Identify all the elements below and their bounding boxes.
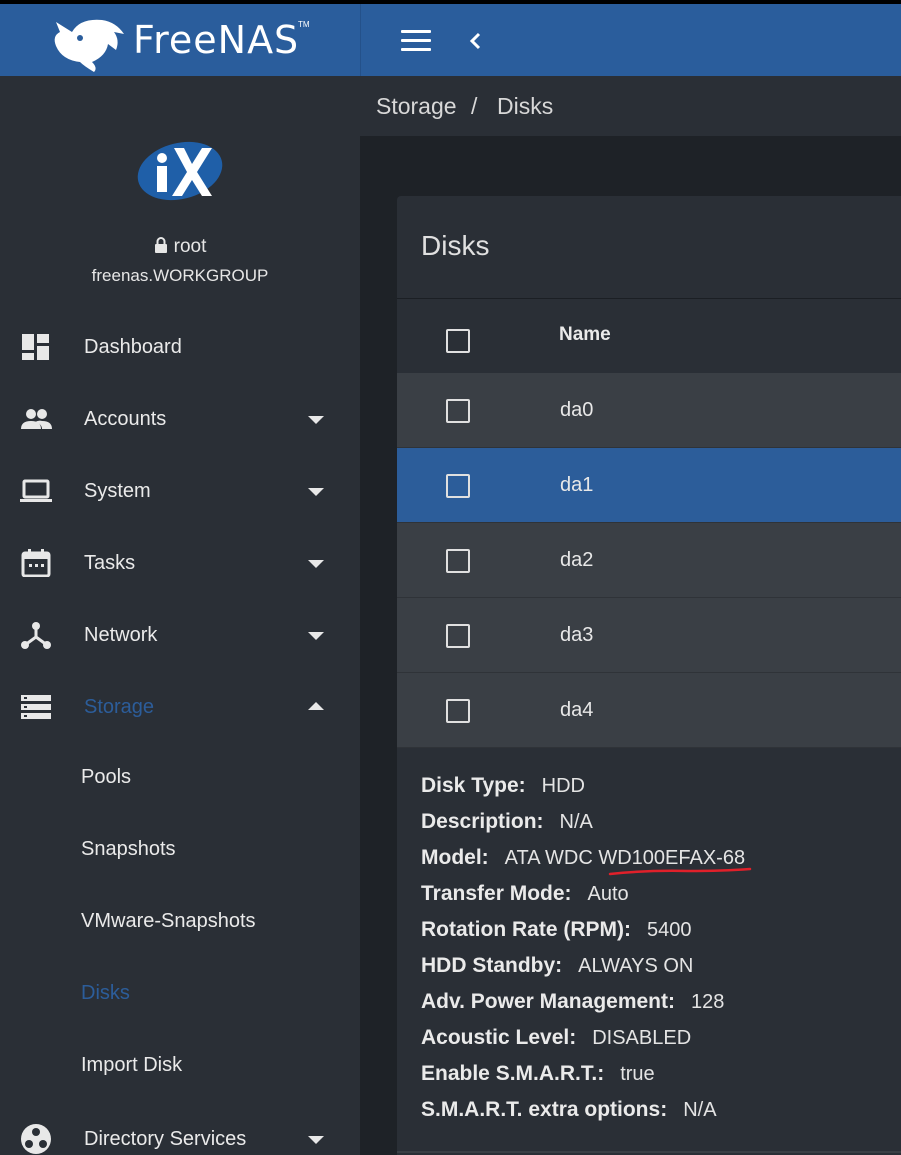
sidebar-item-storage[interactable]: Storage xyxy=(0,679,360,735)
sidebar-item-label: Tasks xyxy=(84,551,136,574)
chevron-left-icon[interactable] xyxy=(464,26,486,56)
disks-card: Disks Name da0 da1 da2 da3 da4 Disk Type… xyxy=(397,196,901,1155)
breadcrumb-disks: Disks xyxy=(497,93,554,119)
sidebar-subitem-label: Import Disk xyxy=(81,1054,183,1076)
dashboard-icon xyxy=(22,334,49,360)
trademark-mark: TM xyxy=(298,20,310,29)
column-header-name[interactable]: Name xyxy=(559,324,611,346)
sidebar-subitem-pools[interactable]: Pools xyxy=(0,751,360,807)
brand-name: FreeNAS xyxy=(133,18,300,62)
disk-name: da2 xyxy=(560,549,594,571)
row-checkbox[interactable] xyxy=(446,399,470,423)
chevron-up-icon xyxy=(308,702,324,710)
chevron-down-icon xyxy=(308,560,324,568)
table-row[interactable]: da0 xyxy=(397,373,901,448)
sidebar-item-label: Storage xyxy=(84,695,155,718)
detail-disk-type: Disk Type: HDD xyxy=(421,774,585,797)
sidebar-item-dashboard[interactable]: Dashboard xyxy=(0,319,360,375)
disk-name: da3 xyxy=(560,624,594,646)
chevron-down-icon xyxy=(308,632,324,640)
sidebar-subitem-label: Pools xyxy=(81,766,132,788)
detail-transfer-mode: Transfer Mode: Auto xyxy=(421,882,629,905)
sidebar-subitem-import-disk[interactable]: Import Disk xyxy=(0,1039,360,1095)
sidebar-subitem-label: Snapshots xyxy=(81,838,176,860)
disk-name: da4 xyxy=(560,699,594,721)
sidebar-subitem-label: Disks xyxy=(81,982,130,1004)
user-line: root xyxy=(0,236,360,258)
sidebar-item-label: Dashboard xyxy=(84,335,182,358)
directory-services-icon xyxy=(21,1124,51,1154)
sidebar-item-label: System xyxy=(84,479,151,502)
lock-icon xyxy=(154,237,167,253)
row-checkbox[interactable] xyxy=(446,699,470,723)
table-row[interactable]: da2 xyxy=(397,523,901,598)
sidebar-subitem-label: VMware-Snapshots xyxy=(81,910,256,932)
row-checkbox[interactable] xyxy=(446,624,470,648)
sidebar-item-label: Network xyxy=(84,623,158,646)
detail-hdd-standby: HDD Standby: ALWAYS ON xyxy=(421,954,694,977)
username: root xyxy=(173,236,207,257)
people-icon xyxy=(21,409,52,429)
chevron-down-icon xyxy=(308,488,324,496)
table-row[interactable]: da3 xyxy=(397,598,901,673)
select-all-checkbox[interactable] xyxy=(446,329,470,353)
sidebar: root freenas.WORKGROUP Dashboard Account… xyxy=(0,76,360,1155)
sidebar-item-tasks[interactable]: Tasks xyxy=(0,535,360,591)
sidebar-subitem-vmware-snapshots[interactable]: VMware-Snapshots xyxy=(0,895,360,951)
chevron-down-icon xyxy=(308,416,324,424)
annotation-underline xyxy=(608,867,752,876)
row-checkbox[interactable] xyxy=(446,549,470,573)
sidebar-subitem-disks[interactable]: Disks xyxy=(0,967,360,1023)
storage-icon xyxy=(21,695,51,719)
row-checkbox[interactable] xyxy=(446,474,470,498)
sidebar-item-label: Accounts xyxy=(84,407,167,430)
sidebar-item-network[interactable]: Network xyxy=(0,607,360,663)
shark-icon xyxy=(54,19,124,72)
calendar-icon xyxy=(21,549,51,577)
sidebar-item-accounts[interactable]: Accounts xyxy=(0,391,360,447)
detail-enable-smart: Enable S.M.A.R.T.: true xyxy=(421,1062,655,1085)
chevron-down-icon xyxy=(308,1136,324,1144)
sidebar-item-system[interactable]: System xyxy=(0,463,360,519)
top-toolbar xyxy=(360,4,901,76)
hamburger-icon[interactable] xyxy=(401,30,431,52)
table-row[interactable]: da1 xyxy=(397,448,901,523)
brand-header: FreeNAS TM xyxy=(0,4,360,76)
table-row[interactable]: da4 xyxy=(397,673,901,748)
detail-acoustic-level: Acoustic Level: DISABLED xyxy=(421,1026,692,1049)
detail-smart-extra-options: S.M.A.R.T. extra options: N/A xyxy=(421,1098,717,1121)
breadcrumb-separator: / xyxy=(471,93,478,119)
sidebar-item-label: Directory Services xyxy=(84,1127,247,1150)
card-title: Disks xyxy=(421,230,490,261)
disk-name: da1 xyxy=(560,474,594,496)
disk-name: da0 xyxy=(560,399,594,421)
hostname: freenas.WORKGROUP xyxy=(91,266,269,285)
breadcrumb-storage[interactable]: Storage xyxy=(376,93,457,120)
disk-details: Disk Type: HDD Description: N/A Model: ATA … xyxy=(421,774,745,1134)
detail-description: Description: N/A xyxy=(421,810,593,833)
ix-logo xyxy=(137,141,223,201)
table-header: Name xyxy=(397,299,901,373)
sidebar-item-directory-services[interactable]: Directory Services xyxy=(0,1111,360,1155)
sidebar-subitem-snapshots[interactable]: Snapshots xyxy=(0,823,360,879)
card-bottom-edge xyxy=(397,1151,901,1153)
laptop-icon xyxy=(20,479,52,502)
network-icon xyxy=(21,622,51,649)
detail-rotation-rate: Rotation Rate (RPM): 5400 xyxy=(421,918,692,941)
detail-adv-power-management: Adv. Power Management: 128 xyxy=(421,990,725,1013)
breadcrumb: Storage / Disks xyxy=(360,76,901,136)
